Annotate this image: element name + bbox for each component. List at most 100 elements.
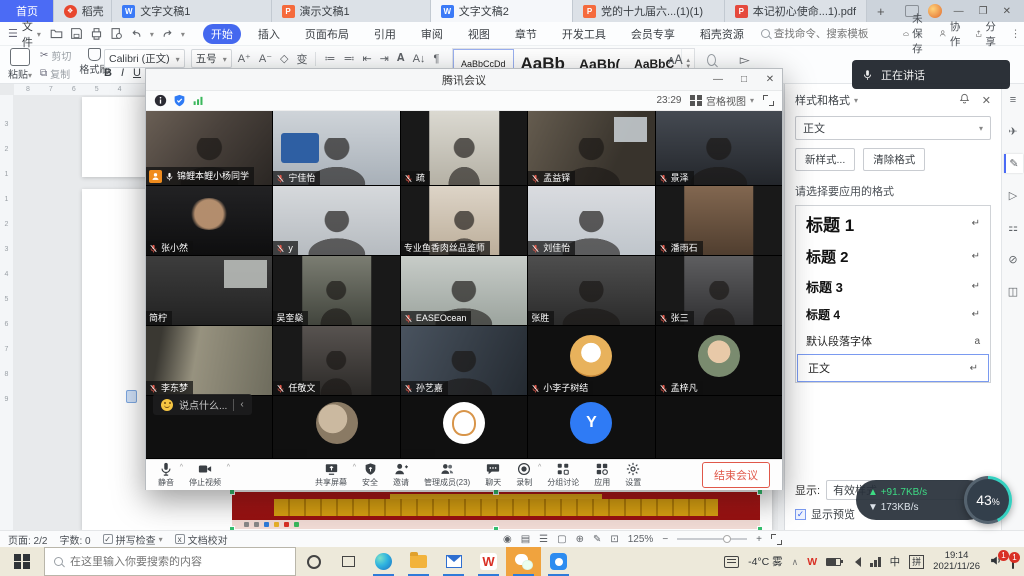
video-tile[interactable]: y — [273, 186, 399, 255]
paragraph-mark-icon[interactable]: ¶ — [433, 53, 439, 65]
chevron-icon[interactable]: ^ — [227, 464, 230, 471]
find-command-box[interactable] — [761, 28, 894, 40]
style-heading1-item[interactable]: 标题 1↵ — [796, 206, 990, 241]
quick-chat-bar[interactable]: 说点什么... ‹ — [153, 394, 252, 415]
fit-page-icon[interactable]: ⊡ — [610, 534, 618, 545]
taskbar-wechat[interactable] — [506, 547, 541, 576]
chat-button[interactable]: 聊天 — [485, 462, 501, 488]
taskbar-search-input[interactable] — [70, 556, 270, 568]
collapse-chat-icon[interactable]: ‹ — [240, 399, 243, 410]
menu-dev-tools[interactable]: 开发工具 — [554, 24, 614, 44]
qat-more-icon[interactable] — [181, 28, 185, 40]
find-command-input[interactable] — [774, 28, 894, 40]
outline-view-icon[interactable]: ☰ — [539, 534, 548, 545]
taskbar-edge[interactable] — [366, 547, 401, 576]
page-view-icon[interactable]: ▤ — [521, 534, 530, 545]
video-tile[interactable]: 张胜 — [528, 256, 654, 325]
emoji-icon[interactable] — [161, 399, 173, 411]
undo-dropdown-icon[interactable] — [150, 28, 154, 40]
new-tab-button[interactable]: + — [867, 0, 895, 22]
breakout-rooms-button[interactable]: 分组讨论 — [547, 462, 579, 488]
search-tool-icon[interactable] — [707, 54, 716, 66]
record-button[interactable]: 录制^ — [516, 462, 532, 488]
ime-mode-icon[interactable]: 拼 — [909, 555, 924, 569]
paste-button[interactable]: 粘贴 — [8, 48, 32, 81]
clear-format-button[interactable]: 清除格式 — [863, 148, 925, 171]
style-heading4-item[interactable]: 标题 4↵ — [796, 301, 990, 328]
settings-button[interactable]: 设置 — [625, 462, 641, 488]
underline-button[interactable]: U — [133, 67, 141, 79]
menu-docer-resources[interactable]: 稻壳资源 — [692, 24, 752, 44]
help-icon[interactable]: ⊘ — [1004, 250, 1023, 269]
video-tile[interactable] — [656, 396, 782, 458]
embedded-image-selected[interactable] — [232, 492, 760, 529]
cortana-button[interactable] — [296, 547, 331, 576]
manage-members-button[interactable]: 管理成员(23) — [424, 462, 470, 488]
style-heading3-item[interactable]: 标题 3↵ — [796, 272, 990, 301]
weather-widget[interactable]: -4°C 雾 — [748, 554, 783, 569]
comment-icon[interactable] — [126, 390, 137, 403]
undo-icon[interactable] — [130, 27, 143, 40]
meeting-security-shield-icon[interactable] — [173, 94, 186, 107]
start-button[interactable] — [0, 547, 44, 576]
video-tile[interactable]: 任敬文 — [273, 326, 399, 395]
tab-doc1[interactable]: 文字文稿1 — [112, 0, 271, 22]
taskbar-mail[interactable] — [436, 547, 471, 576]
tab-party-ppt[interactable]: 党的十九届六...(1)(1) — [573, 0, 725, 22]
video-tile[interactable]: 简柠 — [146, 256, 272, 325]
decrease-indent-icon[interactable]: ⇤ — [362, 52, 371, 65]
spell-check-toggle[interactable]: ✓拼写检查 — [103, 532, 163, 547]
grow-font-icon[interactable]: A⁺ — [238, 52, 251, 65]
phonetic-icon[interactable]: 变 — [296, 51, 307, 67]
video-tile[interactable]: 张三 — [656, 256, 782, 325]
taskbar-tencent-meeting[interactable] — [541, 547, 576, 576]
video-tile[interactable]: 张小然 — [146, 186, 272, 255]
styles-format-icon[interactable]: ✎ — [1004, 154, 1023, 173]
performance-ball[interactable]: 43% — [964, 476, 1012, 524]
save-status[interactable]: 未保存 — [903, 11, 929, 56]
video-tile[interactable]: 潘雨石 — [656, 186, 782, 255]
video-tile[interactable]: 专业鱼香肉丝品鉴师 — [401, 186, 527, 255]
ime-language[interactable]: 中 — [890, 554, 901, 569]
security-button[interactable]: 安全 — [362, 462, 378, 488]
end-meeting-button[interactable]: 结束会议 — [702, 462, 770, 488]
taskbar-search[interactable] — [44, 547, 296, 576]
zoom-out-button[interactable]: − — [662, 534, 668, 545]
menu-page-layout[interactable]: 页面布局 — [297, 24, 357, 44]
chevron-icon[interactable]: ^ — [538, 464, 541, 471]
meeting-minimize-button[interactable]: — — [706, 74, 730, 85]
bold-button[interactable]: B — [104, 67, 112, 79]
meeting-title-bar[interactable]: 腾讯会议 — □ ✕ — [146, 69, 782, 91]
file-menu[interactable]: ☰ 文件 — [8, 18, 41, 50]
read-mode-icon[interactable]: ⊕ — [576, 534, 584, 545]
invite-button[interactable]: 邀请 — [393, 462, 409, 488]
chevron-icon[interactable]: ^ — [180, 464, 183, 471]
video-tile[interactable]: 孟梓凡 — [656, 326, 782, 395]
speaker-icon[interactable] — [850, 557, 861, 567]
numbered-list-icon[interactable]: ≕ — [343, 52, 354, 65]
eye-protection-icon[interactable]: ◉ — [503, 534, 512, 545]
tray-message-notification[interactable]: 1 — [1012, 556, 1014, 568]
bullet-list-icon[interactable]: ≔ — [324, 52, 335, 65]
open-folder-icon[interactable] — [50, 27, 63, 40]
video-tile[interactable]: 吴奎燊 — [273, 256, 399, 325]
style-body-item-selected[interactable]: 正文↵ — [797, 354, 989, 382]
font-size-select[interactable]: 五号 — [191, 49, 232, 68]
zoom-in-button[interactable]: + — [756, 534, 762, 545]
save-icon[interactable] — [70, 27, 83, 40]
hidden-icons-chevron[interactable] — [792, 556, 799, 568]
sort-icon[interactable]: A↓ — [413, 53, 426, 65]
clear-format-icon[interactable]: ◇ — [280, 52, 288, 65]
shapes-pane-icon[interactable]: ◫ — [1004, 282, 1023, 301]
wps-tray-icon[interactable]: W — [807, 556, 817, 568]
preview-checkbox[interactable]: ✓ — [795, 509, 806, 520]
meeting-close-button[interactable]: ✕ — [758, 74, 782, 85]
video-tile[interactable] — [401, 396, 527, 458]
increase-indent-icon[interactable]: ⇥ — [380, 52, 389, 65]
new-style-button[interactable]: 新样式... — [795, 148, 855, 171]
close-panel-icon[interactable]: ✕ — [982, 94, 991, 107]
network-icon[interactable] — [870, 557, 881, 567]
video-tile[interactable]: Y — [528, 396, 654, 458]
tab-docer[interactable]: 稻壳 — [54, 0, 113, 22]
bell-icon[interactable] — [959, 93, 970, 107]
